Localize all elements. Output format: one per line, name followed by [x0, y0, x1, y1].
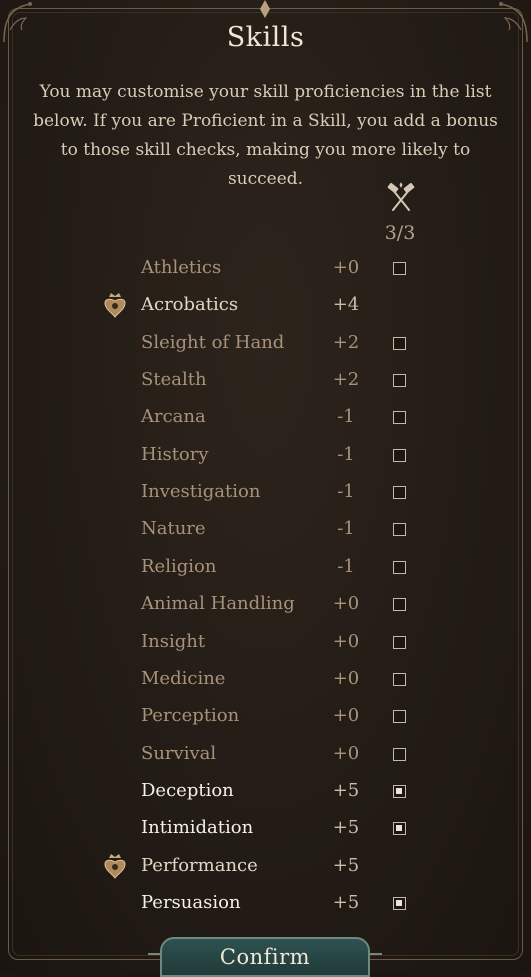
proficiency-checkbox[interactable]	[393, 635, 406, 649]
skill-modifier: -1	[337, 518, 355, 540]
top-gem-icon	[260, 0, 270, 18]
proficiency-checkbox[interactable]	[393, 598, 406, 612]
skill-name: Arcana	[141, 406, 206, 428]
skill-name: Deception	[141, 779, 234, 801]
proficiency-checkbox[interactable]	[393, 336, 406, 350]
skill-name: Sleight of Hand	[141, 331, 285, 353]
skill-name: Survival	[141, 742, 217, 764]
skill-row[interactable]: Religion -1	[0, 553, 531, 583]
skill-modifier: -1	[337, 481, 355, 503]
skill-modifier: +5	[332, 891, 360, 913]
background-crest-icon	[104, 853, 126, 879]
skill-name: Stealth	[141, 369, 207, 391]
proficiency-checkbox[interactable]	[393, 672, 406, 686]
skill-modifier: -1	[337, 555, 355, 577]
skill-modifier: +4	[332, 294, 360, 316]
skill-row[interactable]: Persuasion +5	[0, 889, 531, 919]
background-crest-icon	[104, 293, 126, 319]
proficiency-checkbox[interactable]	[393, 448, 406, 462]
skill-name: Persuasion	[141, 891, 241, 913]
skill-row[interactable]: Survival +0	[0, 740, 531, 770]
skill-modifier: +2	[332, 369, 360, 391]
proficiency-checkbox[interactable]	[393, 784, 406, 798]
skill-modifier: +0	[332, 630, 360, 652]
skill-row[interactable]: Nature -1	[0, 515, 531, 545]
skill-row[interactable]: Arcana -1	[0, 403, 531, 433]
description-text: You may customise your skill proficienci…	[33, 82, 498, 189]
proficiency-counter: 3/3	[384, 222, 416, 244]
skill-name: History	[141, 443, 209, 465]
skill-name: Religion	[141, 555, 217, 577]
skill-row[interactable]: Stealth +2	[0, 366, 531, 396]
skill-row: Performance +5	[0, 852, 531, 882]
proficiency-checkbox[interactable]	[393, 411, 406, 425]
skill-modifier: +2	[332, 331, 360, 353]
skill-modifier: +5	[332, 854, 360, 876]
skill-modifier: +0	[332, 742, 360, 764]
proficiency-checkbox[interactable]	[393, 747, 406, 761]
skills-panel: Skills You may customise your skill prof…	[0, 0, 531, 977]
skill-modifier: +5	[332, 817, 360, 839]
proficiency-checkbox[interactable]	[393, 710, 406, 724]
proficiency-checkbox[interactable]	[393, 374, 406, 388]
skill-row[interactable]: History -1	[0, 441, 531, 471]
proficiency-checkbox[interactable]	[393, 262, 406, 275]
skill-name: Intimidation	[141, 817, 254, 839]
skill-modifier: +0	[332, 667, 360, 689]
proficiency-checkbox[interactable]	[393, 822, 406, 836]
skill-name: Medicine	[141, 667, 226, 689]
skill-modifier: +0	[332, 593, 360, 615]
skill-row[interactable]: Animal Handling +0	[0, 590, 531, 620]
skill-row[interactable]: Deception +5	[0, 777, 531, 807]
confirm-button[interactable]: Confirm	[148, 937, 382, 977]
skill-row[interactable]: Insight +0	[0, 628, 531, 658]
crossed-hammers-icon	[387, 182, 415, 211]
skill-modifier: -1	[337, 406, 355, 428]
skill-row[interactable]: Sleight of Hand +2	[0, 329, 531, 359]
skill-name: Athletics	[141, 257, 222, 278]
skill-modifier: -1	[337, 443, 355, 465]
skill-name: Acrobatics	[141, 294, 239, 316]
skill-name: Nature	[141, 518, 206, 540]
proficiency-checkbox[interactable]	[393, 560, 406, 574]
skill-name: Animal Handling	[141, 593, 295, 615]
skill-name: Performance	[141, 854, 258, 876]
skill-row[interactable]: Perception +0	[0, 702, 531, 732]
proficiency-checkbox[interactable]	[393, 486, 406, 500]
skill-row[interactable]: Investigation -1	[0, 478, 531, 508]
proficiency-checkbox[interactable]	[393, 523, 406, 537]
skill-name: Investigation	[141, 481, 261, 503]
page-title: Skills	[226, 22, 305, 53]
skill-modifier: +5	[332, 779, 360, 801]
skill-modifier: +0	[332, 257, 360, 278]
skill-modifier: +0	[332, 705, 360, 727]
proficiency-checkbox[interactable]	[393, 896, 406, 910]
skill-row: Acrobatics +4	[0, 291, 531, 321]
skill-row[interactable]: Intimidation +5	[0, 814, 531, 844]
skill-row[interactable]: Medicine +0	[0, 665, 531, 695]
skill-name: Insight	[141, 630, 206, 652]
skill-name: Perception	[141, 705, 240, 727]
skill-row[interactable]: Athletics +0	[0, 254, 531, 284]
